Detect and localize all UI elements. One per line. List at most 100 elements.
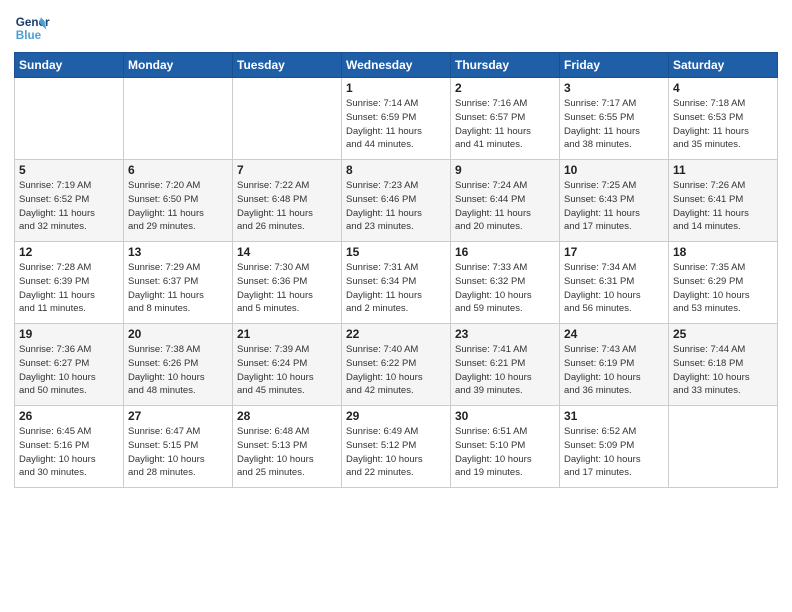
day-number: 28 — [237, 409, 337, 423]
day-info: Sunrise: 7:28 AM Sunset: 6:39 PM Dayligh… — [19, 261, 119, 316]
logo: General Blue — [14, 10, 50, 46]
day-info: Sunrise: 7:19 AM Sunset: 6:52 PM Dayligh… — [19, 179, 119, 234]
day-number: 26 — [19, 409, 119, 423]
day-number: 22 — [346, 327, 446, 341]
calendar-cell: 3 Sunrise: 7:17 AM Sunset: 6:55 PM Daylig… — [560, 78, 669, 160]
day-info: Sunrise: 7:31 AM Sunset: 6:34 PM Dayligh… — [346, 261, 446, 316]
calendar-cell: 27 Sunrise: 6:47 AM Sunset: 5:15 PM Dayli… — [124, 406, 233, 488]
day-info: Sunrise: 7:23 AM Sunset: 6:46 PM Dayligh… — [346, 179, 446, 234]
calendar-cell: 9 Sunrise: 7:24 AM Sunset: 6:44 PM Daylig… — [451, 160, 560, 242]
calendar-cell: 11 Sunrise: 7:26 AM Sunset: 6:41 PM Dayli… — [669, 160, 778, 242]
day-info: Sunrise: 7:43 AM Sunset: 6:19 PM Dayligh… — [564, 343, 664, 398]
calendar-cell: 7 Sunrise: 7:22 AM Sunset: 6:48 PM Daylig… — [233, 160, 342, 242]
day-info: Sunrise: 7:26 AM Sunset: 6:41 PM Dayligh… — [673, 179, 773, 234]
day-number: 7 — [237, 163, 337, 177]
day-number: 9 — [455, 163, 555, 177]
svg-text:Blue: Blue — [16, 29, 42, 42]
day-info: Sunrise: 7:25 AM Sunset: 6:43 PM Dayligh… — [564, 179, 664, 234]
day-number: 13 — [128, 245, 228, 259]
calendar-cell: 28 Sunrise: 6:48 AM Sunset: 5:13 PM Dayli… — [233, 406, 342, 488]
day-number: 20 — [128, 327, 228, 341]
week-row-3: 12 Sunrise: 7:28 AM Sunset: 6:39 PM Dayli… — [15, 242, 778, 324]
day-number: 1 — [346, 81, 446, 95]
calendar-table: SundayMondayTuesdayWednesdayThursdayFrid… — [14, 52, 778, 488]
day-number: 23 — [455, 327, 555, 341]
day-info: Sunrise: 7:38 AM Sunset: 6:26 PM Dayligh… — [128, 343, 228, 398]
day-info: Sunrise: 6:51 AM Sunset: 5:10 PM Dayligh… — [455, 425, 555, 480]
calendar-cell — [15, 78, 124, 160]
day-number: 6 — [128, 163, 228, 177]
calendar-cell: 1 Sunrise: 7:14 AM Sunset: 6:59 PM Daylig… — [342, 78, 451, 160]
day-number: 14 — [237, 245, 337, 259]
day-number: 16 — [455, 245, 555, 259]
day-number: 10 — [564, 163, 664, 177]
calendar-cell: 15 Sunrise: 7:31 AM Sunset: 6:34 PM Dayli… — [342, 242, 451, 324]
day-info: Sunrise: 6:49 AM Sunset: 5:12 PM Dayligh… — [346, 425, 446, 480]
page: General Blue SundayMondayTuesdayWednesda… — [0, 0, 792, 612]
calendar-cell: 6 Sunrise: 7:20 AM Sunset: 6:50 PM Daylig… — [124, 160, 233, 242]
calendar-cell: 16Sunrise: 7:33 AM Sunset: 6:32 PM Dayli… — [451, 242, 560, 324]
week-row-1: 1 Sunrise: 7:14 AM Sunset: 6:59 PM Daylig… — [15, 78, 778, 160]
calendar-cell — [669, 406, 778, 488]
day-info: Sunrise: 7:18 AM Sunset: 6:53 PM Dayligh… — [673, 97, 773, 152]
calendar-cell: 2Sunrise: 7:16 AM Sunset: 6:57 PM Daylig… — [451, 78, 560, 160]
day-info: Sunrise: 6:45 AM Sunset: 5:16 PM Dayligh… — [19, 425, 119, 480]
day-number: 5 — [19, 163, 119, 177]
calendar-cell: 31 Sunrise: 6:52 AM Sunset: 5:09 PM Dayli… — [560, 406, 669, 488]
calendar-cell: 22 Sunrise: 7:40 AM Sunset: 6:22 PM Dayli… — [342, 324, 451, 406]
day-info: Sunrise: 7:34 AM Sunset: 6:31 PM Dayligh… — [564, 261, 664, 316]
week-row-5: 26 Sunrise: 6:45 AM Sunset: 5:16 PM Dayli… — [15, 406, 778, 488]
day-number: 18 — [673, 245, 773, 259]
day-info: Sunrise: 7:14 AM Sunset: 6:59 PM Dayligh… — [346, 97, 446, 152]
day-number: 15 — [346, 245, 446, 259]
day-number: 21 — [237, 327, 337, 341]
day-number: 2 — [455, 81, 555, 95]
calendar-cell: 17 Sunrise: 7:34 AM Sunset: 6:31 PM Dayli… — [560, 242, 669, 324]
day-number: 19 — [19, 327, 119, 341]
week-row-2: 5 Sunrise: 7:19 AM Sunset: 6:52 PM Daylig… — [15, 160, 778, 242]
calendar-cell: 24Sunrise: 7:43 AM Sunset: 6:19 PM Dayli… — [560, 324, 669, 406]
calendar-cell: 21 Sunrise: 7:39 AM Sunset: 6:24 PM Dayli… — [233, 324, 342, 406]
calendar-cell: 12 Sunrise: 7:28 AM Sunset: 6:39 PM Dayli… — [15, 242, 124, 324]
calendar-cell: 18 Sunrise: 7:35 AM Sunset: 6:29 PM Dayli… — [669, 242, 778, 324]
day-info: Sunrise: 6:52 AM Sunset: 5:09 PM Dayligh… — [564, 425, 664, 480]
calendar-cell: 20 Sunrise: 7:38 AM Sunset: 6:26 PM Dayli… — [124, 324, 233, 406]
week-row-4: 19 Sunrise: 7:36 AM Sunset: 6:27 PM Dayli… — [15, 324, 778, 406]
day-number: 12 — [19, 245, 119, 259]
calendar-cell: 14 Sunrise: 7:30 AM Sunset: 6:36 PM Dayli… — [233, 242, 342, 324]
day-number: 27 — [128, 409, 228, 423]
day-info: Sunrise: 7:22 AM Sunset: 6:48 PM Dayligh… — [237, 179, 337, 234]
day-number: 3 — [564, 81, 664, 95]
day-info: Sunrise: 7:39 AM Sunset: 6:24 PM Dayligh… — [237, 343, 337, 398]
calendar-cell — [233, 78, 342, 160]
day-info: Sunrise: 7:44 AM Sunset: 6:18 PM Dayligh… — [673, 343, 773, 398]
calendar-cell: 29 Sunrise: 6:49 AM Sunset: 5:12 PM Dayli… — [342, 406, 451, 488]
weekday-header-thursday: Thursday — [451, 53, 560, 78]
weekday-header-tuesday: Tuesday — [233, 53, 342, 78]
weekday-header-saturday: Saturday — [669, 53, 778, 78]
weekday-header-monday: Monday — [124, 53, 233, 78]
day-number: 29 — [346, 409, 446, 423]
logo-icon: General Blue — [14, 10, 50, 46]
day-number: 31 — [564, 409, 664, 423]
day-info: Sunrise: 7:36 AM Sunset: 6:27 PM Dayligh… — [19, 343, 119, 398]
calendar-cell: 26 Sunrise: 6:45 AM Sunset: 5:16 PM Dayli… — [15, 406, 124, 488]
day-info: Sunrise: 7:35 AM Sunset: 6:29 PM Dayligh… — [673, 261, 773, 316]
day-info: Sunrise: 6:48 AM Sunset: 5:13 PM Dayligh… — [237, 425, 337, 480]
calendar-cell: 8Sunrise: 7:23 AM Sunset: 6:46 PM Daylig… — [342, 160, 451, 242]
day-number: 30 — [455, 409, 555, 423]
weekday-header-wednesday: Wednesday — [342, 53, 451, 78]
day-number: 11 — [673, 163, 773, 177]
calendar-cell: 30 Sunrise: 6:51 AM Sunset: 5:10 PM Dayli… — [451, 406, 560, 488]
day-info: Sunrise: 7:17 AM Sunset: 6:55 PM Dayligh… — [564, 97, 664, 152]
day-info: Sunrise: 7:40 AM Sunset: 6:22 PM Dayligh… — [346, 343, 446, 398]
day-number: 17 — [564, 245, 664, 259]
day-info: Sunrise: 7:30 AM Sunset: 6:36 PM Dayligh… — [237, 261, 337, 316]
day-info: Sunrise: 7:20 AM Sunset: 6:50 PM Dayligh… — [128, 179, 228, 234]
calendar-cell: 10 Sunrise: 7:25 AM Sunset: 6:43 PM Dayli… — [560, 160, 669, 242]
day-info: Sunrise: 6:47 AM Sunset: 5:15 PM Dayligh… — [128, 425, 228, 480]
calendar-cell: 5 Sunrise: 7:19 AM Sunset: 6:52 PM Daylig… — [15, 160, 124, 242]
day-info: Sunrise: 7:24 AM Sunset: 6:44 PM Dayligh… — [455, 179, 555, 234]
day-info: Sunrise: 7:29 AM Sunset: 6:37 PM Dayligh… — [128, 261, 228, 316]
calendar-cell: 4Sunrise: 7:18 AM Sunset: 6:53 PM Daylig… — [669, 78, 778, 160]
